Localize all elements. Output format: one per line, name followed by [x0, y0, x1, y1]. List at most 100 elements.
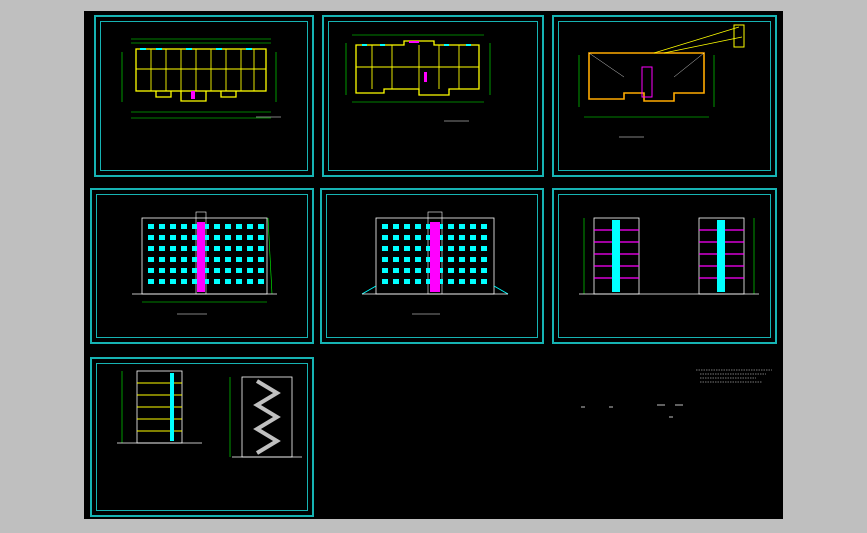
window-mark: [159, 224, 165, 229]
window-mark: [148, 279, 154, 284]
window-mark: [236, 257, 242, 262]
window-mark: [247, 279, 253, 284]
window-mark: [459, 235, 465, 240]
sheet-floor-plan-1[interactable]: [94, 15, 314, 177]
window-mark: [470, 268, 476, 273]
window-mark: [459, 257, 465, 262]
window-mark: [159, 257, 165, 262]
window-mark: [225, 268, 231, 273]
window-mark: [225, 246, 231, 251]
window-mark: [448, 257, 454, 262]
window-mark: [247, 235, 253, 240]
window-mark: [170, 268, 176, 273]
window-mark: [214, 224, 220, 229]
window-mark: [415, 246, 421, 251]
window-mark: [225, 235, 231, 240]
window-mark: [448, 224, 454, 229]
window-mark: [148, 246, 154, 251]
window-mark: [382, 224, 388, 229]
window-mark: [415, 268, 421, 273]
sheet-sections[interactable]: [90, 357, 314, 517]
window-mark: [404, 257, 410, 262]
floor-plan-1-drawing: [121, 38, 281, 119]
window-mark: [393, 279, 399, 284]
notes-marks-drawing: [581, 404, 683, 418]
window-mark: [481, 279, 487, 284]
sections-drawing: [117, 370, 302, 458]
window-mark: [236, 235, 242, 240]
window-mark: [181, 268, 187, 273]
window-mark: [170, 246, 176, 251]
window-mark: [393, 246, 399, 251]
sheet-floor-plan-2[interactable]: [322, 15, 544, 177]
window-mark: [225, 224, 231, 229]
window-mark: [247, 246, 253, 251]
side-elevations-drawing: [579, 217, 759, 295]
window-mark: [247, 257, 253, 262]
window-mark: [470, 235, 476, 240]
window-mark: [159, 246, 165, 251]
window-mark: [393, 235, 399, 240]
window-mark: [448, 279, 454, 284]
window-mark: [236, 246, 242, 251]
floor-plan-2-drawing: [345, 34, 491, 122]
window-mark: [159, 279, 165, 284]
window-mark: [470, 279, 476, 284]
window-mark: [459, 279, 465, 284]
window-mark: [214, 279, 220, 284]
window-mark: [148, 257, 154, 262]
window-mark: [170, 224, 176, 229]
window-mark: [481, 268, 487, 273]
back-elevation-drawing: [361, 211, 509, 315]
sheet-side-elevations[interactable]: [552, 188, 777, 344]
window-mark: [470, 224, 476, 229]
window-mark: [459, 246, 465, 251]
window-mark: [415, 235, 421, 240]
window-mark: [258, 268, 264, 273]
window-mark: [404, 268, 410, 273]
window-mark: [404, 246, 410, 251]
window-mark: [258, 257, 264, 262]
window-mark: [247, 268, 253, 273]
window-mark: [225, 279, 231, 284]
window-mark: [258, 235, 264, 240]
window-mark: [470, 257, 476, 262]
window-mark: [214, 268, 220, 273]
window-mark: [382, 257, 388, 262]
window-mark: [236, 224, 242, 229]
window-mark: [258, 246, 264, 251]
window-mark: [448, 235, 454, 240]
window-mark: [470, 246, 476, 251]
window-mark: [393, 224, 399, 229]
window-mark: [148, 224, 154, 229]
window-mark: [170, 279, 176, 284]
window-mark: [481, 257, 487, 262]
sheet-back-elevation[interactable]: [320, 188, 544, 344]
window-mark: [236, 279, 242, 284]
window-mark: [170, 235, 176, 240]
window-mark: [415, 224, 421, 229]
window-mark: [225, 257, 231, 262]
window-mark: [415, 279, 421, 284]
front-elevation-drawing: [132, 211, 277, 315]
window-mark: [382, 268, 388, 273]
window-mark: [382, 279, 388, 284]
window-mark: [181, 224, 187, 229]
window-mark: [481, 224, 487, 229]
sheet-front-elevation[interactable]: [90, 188, 314, 344]
window-mark: [214, 235, 220, 240]
window-mark: [382, 235, 388, 240]
window-mark: [393, 268, 399, 273]
window-mark: [181, 235, 187, 240]
window-mark: [247, 224, 253, 229]
window-mark: [404, 224, 410, 229]
drawing-canvas[interactable]: [84, 11, 783, 519]
window-mark: [236, 268, 242, 273]
window-mark: [159, 268, 165, 273]
window-mark: [448, 268, 454, 273]
window-mark: [448, 246, 454, 251]
window-mark: [159, 235, 165, 240]
window-mark: [148, 268, 154, 273]
window-mark: [258, 279, 264, 284]
sheet-roof-plan[interactable]: [552, 15, 777, 177]
